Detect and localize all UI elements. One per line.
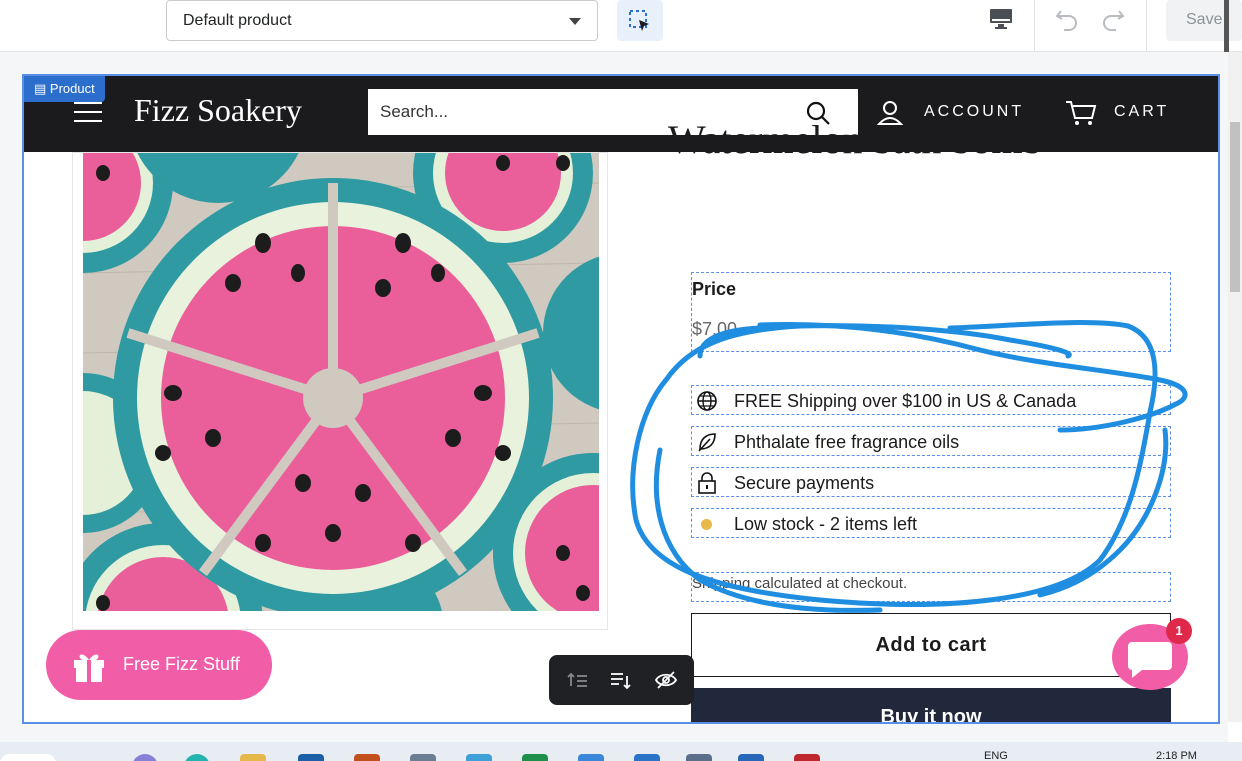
feature-stock[interactable]: Low stock - 2 items left [691,508,1171,538]
preview-scrollbar[interactable] [1228,52,1242,722]
feature-text: Low stock - 2 items left [734,514,918,534]
leaf-icon [698,433,716,452]
move-down-icon[interactable] [609,668,633,692]
free-fizz-label: Free Fizz Stuff [123,654,240,674]
feature-shipping[interactable]: FREE Shipping over $100 in US & Canada [691,385,1171,415]
section-tag: ▤ Product [24,76,105,102]
section-icon: ▤ [34,81,50,96]
buy-now-button[interactable]: Buy it now [691,688,1171,722]
product-image-container [72,152,608,630]
clock[interactable]: 2:18 PM [1156,750,1197,761]
taskbar-app-icon[interactable] [578,754,604,761]
hide-eye-icon[interactable] [654,668,678,692]
free-fizz-button[interactable]: Free Fizz Stuff [46,630,272,700]
price-value: $7.00 [692,319,738,339]
chevron-down-icon [569,18,581,25]
price-block[interactable]: Price $7.00 [691,272,1171,352]
toolbar-divider [1034,0,1035,52]
language-indicator[interactable]: ENG [984,750,1008,761]
scrollbar-thumb[interactable] [1230,122,1240,292]
gift-icon [74,654,104,682]
taskbar-app-icon[interactable] [738,754,764,761]
select-element-icon [629,10,649,31]
taskbar-app-icon[interactable] [686,754,712,761]
taskbar-app-icon[interactable] [410,754,436,761]
editor-top-bar: Default product Save [0,0,1242,52]
feature-fragrance[interactable]: Phthalate free fragrance oils [691,426,1171,456]
folder-icon[interactable] [240,754,266,761]
menu-icon[interactable] [74,102,102,124]
template-select-value: Default product [183,12,292,29]
save-button[interactable]: Save [1166,0,1242,41]
feature-text: Phthalate free fragrance oils [734,432,960,452]
taskbar-app-icon[interactable] [354,754,380,761]
feature-text: FREE Shipping over $100 in US & Canada [734,391,1077,411]
feature-text: Secure payments [734,473,875,493]
windows-taskbar: ENG 2:18 PM [0,742,1242,761]
cart-icon [1066,101,1097,125]
globe-icon [697,391,717,411]
chat-notification-badge: 1 [1166,618,1192,644]
start-search-icon[interactable] [0,754,56,761]
section-tag-label: Product [49,81,95,96]
window-edge [1224,0,1229,60]
undo-icon[interactable] [1052,4,1082,34]
taskbar-app-icon[interactable] [184,754,210,761]
product-title: Watermelon bath bomb [668,117,1043,162]
chat-bubble-icon [1128,642,1172,678]
taskbar-app-icon[interactable] [466,754,492,761]
taskbar-app-icon[interactable] [298,754,324,761]
redo-icon[interactable] [1098,4,1128,34]
watermelon-bath-bomb-image [83,153,599,611]
price-label: Price [692,279,737,299]
product-photo[interactable] [83,153,599,611]
shipping-note: Shipping calculated at checkout. [691,572,1171,602]
cart-label: CART [1114,103,1170,120]
desktop-preview-icon[interactable] [988,6,1014,32]
toolbar-divider [1146,0,1147,52]
chat-widget[interactable]: 1 [1112,618,1192,690]
add-to-cart-button[interactable]: Add to cart [691,613,1171,677]
taskbar-app-icon[interactable] [132,754,158,761]
inspector-button[interactable] [617,0,663,41]
stock-dot-icon [701,519,712,530]
block-toolbar [549,655,694,705]
taskbar-app-icon[interactable] [522,754,548,761]
feature-secure[interactable]: Secure payments [691,467,1171,497]
taskbar-app-icon[interactable] [794,754,820,761]
lock-icon [698,472,716,494]
store-brand[interactable]: Fizz Soakery [134,92,302,129]
taskbar-app-icon[interactable] [634,754,660,761]
move-up-icon[interactable] [565,668,589,692]
template-select[interactable]: Default product [166,0,598,41]
